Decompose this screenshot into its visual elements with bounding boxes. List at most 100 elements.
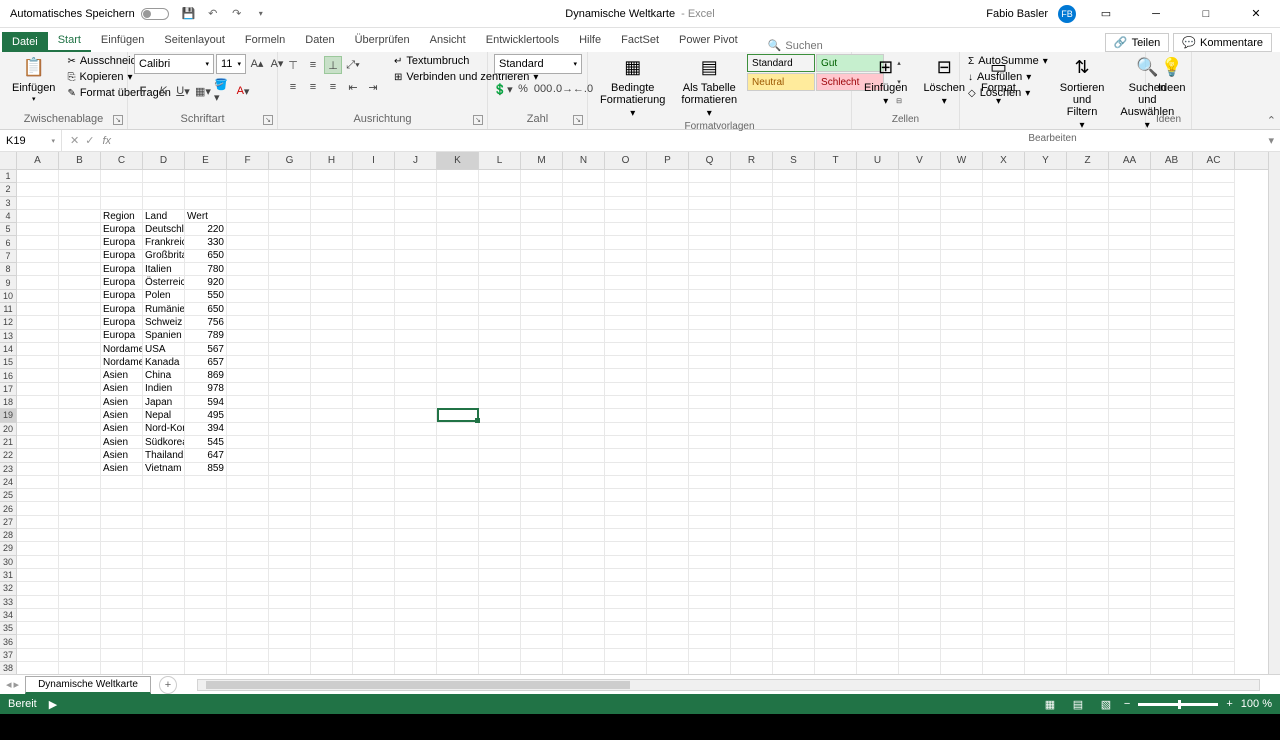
- cell[interactable]: [101, 556, 143, 569]
- cell[interactable]: [1193, 649, 1235, 662]
- cell[interactable]: [941, 463, 983, 476]
- cell[interactable]: [143, 542, 185, 555]
- cell[interactable]: [395, 529, 437, 542]
- cell[interactable]: [1025, 369, 1067, 382]
- cell[interactable]: [563, 502, 605, 515]
- cell[interactable]: [59, 303, 101, 316]
- cell[interactable]: [269, 263, 311, 276]
- cell[interactable]: [1025, 409, 1067, 422]
- cell[interactable]: [59, 476, 101, 489]
- cell[interactable]: [353, 662, 395, 674]
- cell[interactable]: [899, 396, 941, 409]
- zoom-slider[interactable]: [1138, 703, 1218, 706]
- cell[interactable]: [59, 343, 101, 356]
- cell[interactable]: [647, 542, 689, 555]
- cell[interactable]: [311, 250, 353, 263]
- cell[interactable]: [647, 556, 689, 569]
- cell[interactable]: [269, 489, 311, 502]
- cell[interactable]: [269, 622, 311, 635]
- cell[interactable]: [731, 263, 773, 276]
- cell[interactable]: [941, 223, 983, 236]
- row-head[interactable]: 3: [0, 197, 17, 210]
- cell[interactable]: [227, 423, 269, 436]
- cell[interactable]: [1025, 290, 1067, 303]
- cell[interactable]: [773, 396, 815, 409]
- cell[interactable]: [899, 449, 941, 462]
- cell[interactable]: [731, 409, 773, 422]
- cell[interactable]: [731, 463, 773, 476]
- cell[interactable]: [941, 263, 983, 276]
- cell[interactable]: [1151, 330, 1193, 343]
- cell[interactable]: [857, 516, 899, 529]
- cell[interactable]: Europa: [101, 236, 143, 249]
- cell[interactable]: [1151, 542, 1193, 555]
- cell[interactable]: [101, 582, 143, 595]
- cell[interactable]: [1109, 516, 1151, 529]
- cell[interactable]: [353, 596, 395, 609]
- cell[interactable]: [731, 170, 773, 183]
- cell[interactable]: [605, 396, 647, 409]
- cell[interactable]: Nord-Korea: [143, 423, 185, 436]
- zoom-level[interactable]: 100 %: [1241, 698, 1272, 710]
- cell[interactable]: [143, 649, 185, 662]
- col-head[interactable]: X: [983, 152, 1025, 169]
- align-center-icon[interactable]: ≡: [304, 78, 322, 96]
- cell[interactable]: [605, 596, 647, 609]
- row-head[interactable]: 12: [0, 316, 17, 329]
- ribbon-options-icon[interactable]: ▭: [1086, 0, 1126, 28]
- cell[interactable]: [1193, 569, 1235, 582]
- cell[interactable]: [395, 263, 437, 276]
- cell[interactable]: Japan: [143, 396, 185, 409]
- cell[interactable]: [1151, 396, 1193, 409]
- cell[interactable]: [227, 343, 269, 356]
- cell[interactable]: [647, 516, 689, 529]
- cell[interactable]: [521, 649, 563, 662]
- cell[interactable]: [605, 197, 647, 210]
- cell[interactable]: [1109, 436, 1151, 449]
- cell[interactable]: [1109, 502, 1151, 515]
- cell[interactable]: [59, 383, 101, 396]
- cell[interactable]: [857, 383, 899, 396]
- cell[interactable]: [563, 529, 605, 542]
- cell[interactable]: [1067, 343, 1109, 356]
- cell[interactable]: 330: [185, 236, 227, 249]
- cell[interactable]: [437, 210, 479, 223]
- col-head[interactable]: D: [143, 152, 185, 169]
- cell[interactable]: [395, 210, 437, 223]
- cell[interactable]: [1067, 635, 1109, 648]
- cell[interactable]: [353, 463, 395, 476]
- cell[interactable]: [647, 223, 689, 236]
- cell[interactable]: [17, 649, 59, 662]
- cell[interactable]: [269, 542, 311, 555]
- col-head[interactable]: L: [479, 152, 521, 169]
- cell[interactable]: [353, 170, 395, 183]
- cell[interactable]: [353, 529, 395, 542]
- cell[interactable]: [479, 250, 521, 263]
- cell[interactable]: [1067, 542, 1109, 555]
- cell[interactable]: [899, 223, 941, 236]
- cell[interactable]: [227, 596, 269, 609]
- cell[interactable]: [395, 516, 437, 529]
- cell[interactable]: [1151, 423, 1193, 436]
- cell[interactable]: [269, 330, 311, 343]
- cell[interactable]: [563, 223, 605, 236]
- col-head[interactable]: G: [269, 152, 311, 169]
- cell[interactable]: [395, 290, 437, 303]
- cell[interactable]: [941, 356, 983, 369]
- cell[interactable]: [1193, 236, 1235, 249]
- cell[interactable]: [437, 197, 479, 210]
- cell[interactable]: [269, 529, 311, 542]
- cell[interactable]: [1151, 343, 1193, 356]
- cell[interactable]: [1151, 276, 1193, 289]
- cell[interactable]: [857, 582, 899, 595]
- cell[interactable]: Rumänien: [143, 303, 185, 316]
- cell[interactable]: [1067, 276, 1109, 289]
- clear-button[interactable]: ◇ Löschen ▾: [966, 86, 1050, 100]
- col-head[interactable]: Z: [1067, 152, 1109, 169]
- cell[interactable]: [731, 183, 773, 196]
- cell[interactable]: [731, 276, 773, 289]
- cell[interactable]: [17, 582, 59, 595]
- cell[interactable]: [479, 197, 521, 210]
- cell[interactable]: [605, 343, 647, 356]
- cell[interactable]: 550: [185, 290, 227, 303]
